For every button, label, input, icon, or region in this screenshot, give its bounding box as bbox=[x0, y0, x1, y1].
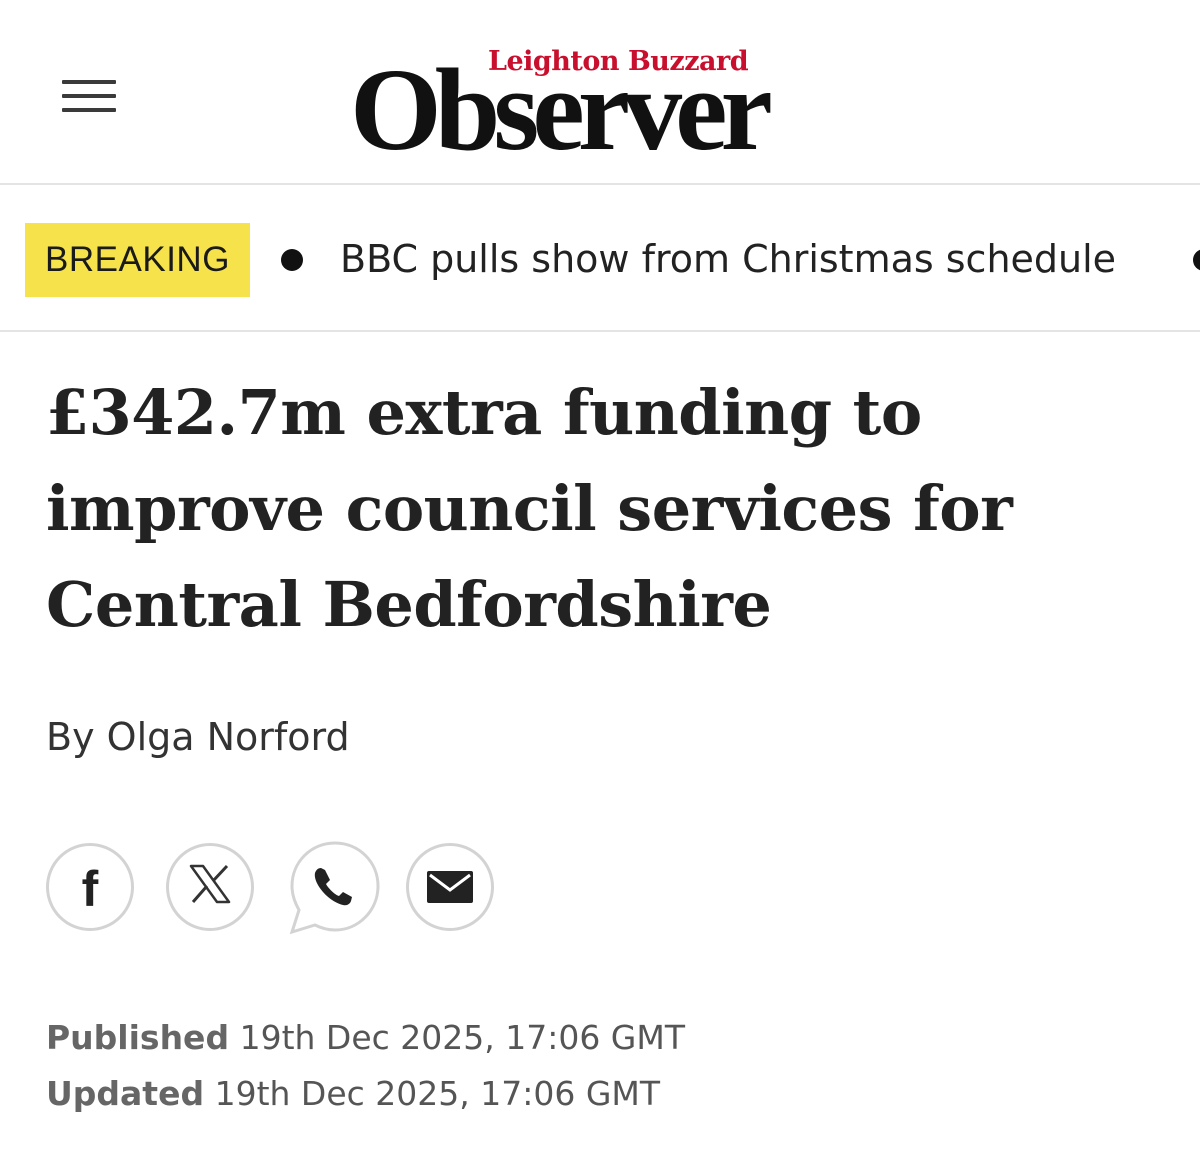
share-whatsapp-button[interactable] bbox=[288, 840, 382, 936]
menu-line-icon bbox=[62, 80, 116, 84]
updated-date: Updated 19th Dec 2025, 17:06 GMT bbox=[46, 1066, 685, 1122]
article-dates: Published 19th Dec 2025, 17:06 GMT Updat… bbox=[46, 1010, 685, 1122]
updated-label: Updated bbox=[46, 1074, 205, 1113]
menu-button[interactable] bbox=[60, 78, 120, 118]
published-label: Published bbox=[46, 1018, 230, 1057]
site-header: Observer Leighton Buzzard bbox=[0, 0, 1200, 185]
published-date: Published 19th Dec 2025, 17:06 GMT bbox=[46, 1010, 685, 1066]
byline-prefix: By bbox=[46, 715, 95, 759]
share-facebook-button[interactable]: f bbox=[46, 843, 134, 931]
share-email-button[interactable] bbox=[406, 843, 494, 931]
article-title: £342.7m extra funding to improve council… bbox=[46, 376, 1013, 641]
breaking-badge: BREAKING bbox=[25, 223, 250, 297]
byline: By Olga Norford bbox=[46, 712, 350, 762]
published-value: 19th Dec 2025, 17:06 GMT bbox=[239, 1018, 686, 1057]
breaking-headline-link[interactable]: BBC pulls show from Christmas schedule bbox=[340, 235, 1116, 283]
menu-line-icon bbox=[62, 94, 116, 98]
email-icon bbox=[427, 871, 473, 903]
site-logo[interactable]: Observer Leighton Buzzard bbox=[350, 40, 860, 170]
author-link[interactable]: Olga Norford bbox=[107, 715, 350, 759]
logo-sub-text: Leighton Buzzard bbox=[488, 46, 749, 77]
share-x-button[interactable] bbox=[166, 843, 254, 931]
x-icon bbox=[188, 864, 232, 911]
updated-value: 19th Dec 2025, 17:06 GMT bbox=[214, 1074, 661, 1113]
breaking-news-bar: BREAKING BBC pulls show from Christmas s… bbox=[0, 185, 1200, 332]
menu-line-icon bbox=[62, 108, 116, 112]
facebook-icon: f bbox=[81, 861, 99, 917]
whatsapp-icon bbox=[289, 841, 380, 935]
bullet-icon bbox=[1193, 249, 1200, 271]
bullet-icon bbox=[281, 249, 303, 271]
